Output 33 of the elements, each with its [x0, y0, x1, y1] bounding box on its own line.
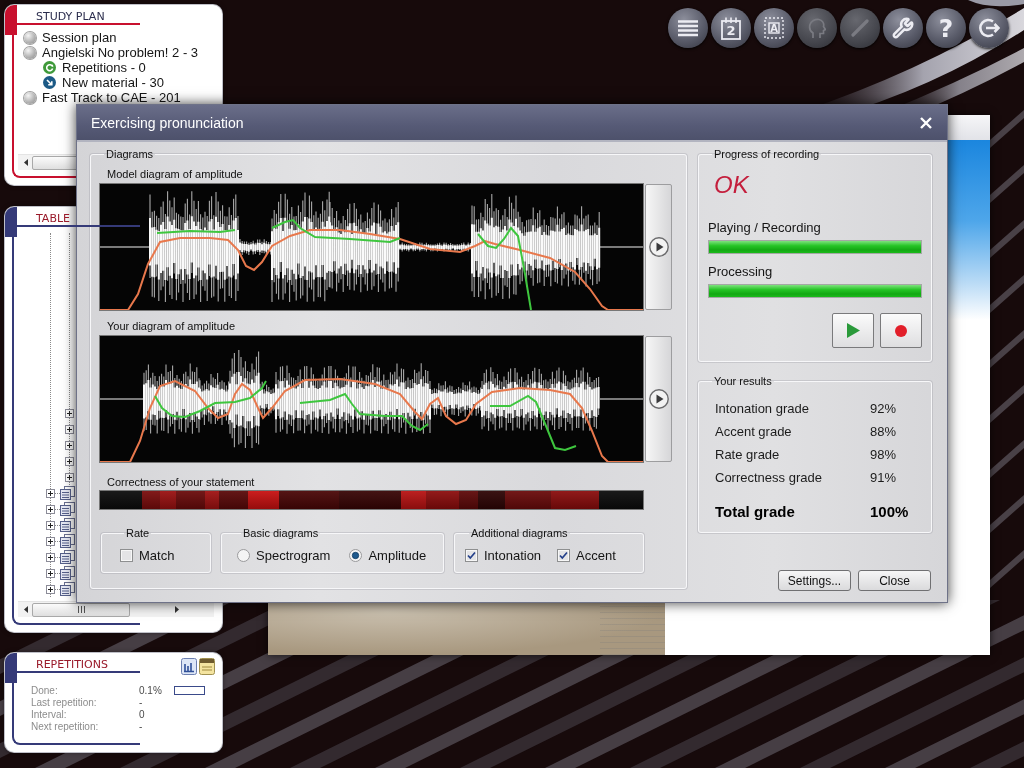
progress-label: Playing / Recording [708, 220, 822, 235]
group-title: Additional diagrams [470, 527, 569, 540]
progress-label: Processing [708, 264, 774, 279]
field-label: Interval: [31, 708, 68, 720]
diagram-label: Correctness of your statement [106, 475, 256, 489]
result-label: Correctness grade [715, 470, 823, 485]
result-label: Rate grade [715, 447, 781, 462]
field-label: Last repetition: [31, 696, 98, 708]
field-value: 0.1% [139, 684, 163, 696]
panel-title: REPETITIONS [17, 653, 140, 673]
result-value: 100% [870, 503, 910, 520]
result-value: 88% [870, 424, 898, 439]
group-title: Progress of recording [713, 148, 821, 161]
result-label: Accent grade [715, 424, 793, 439]
diagram-label: Model diagram of amplitude [106, 167, 244, 181]
field-value: - [139, 696, 144, 708]
group-title: Diagrams [105, 148, 155, 161]
result-value: 98% [870, 447, 898, 462]
window-title: Exercising pronunciation [91, 114, 244, 131]
diagram-label: Your diagram of amplitude [106, 319, 236, 333]
panel-title: STUDY PLAN [17, 5, 140, 25]
group-title: Basic diagrams [242, 527, 320, 540]
result-label: Intonation grade [715, 401, 810, 416]
result-label: Total grade [715, 503, 796, 520]
field-label: Done: [31, 684, 59, 696]
group-title: Rate [125, 527, 151, 540]
field-label: Next repetition: [31, 720, 100, 732]
result-value: 91% [870, 470, 898, 485]
status-text: OK [714, 171, 751, 199]
result-value: 92% [870, 401, 898, 416]
field-value: 0 [139, 708, 146, 720]
group-title: Your results [713, 375, 773, 388]
field-value: - [139, 720, 144, 732]
